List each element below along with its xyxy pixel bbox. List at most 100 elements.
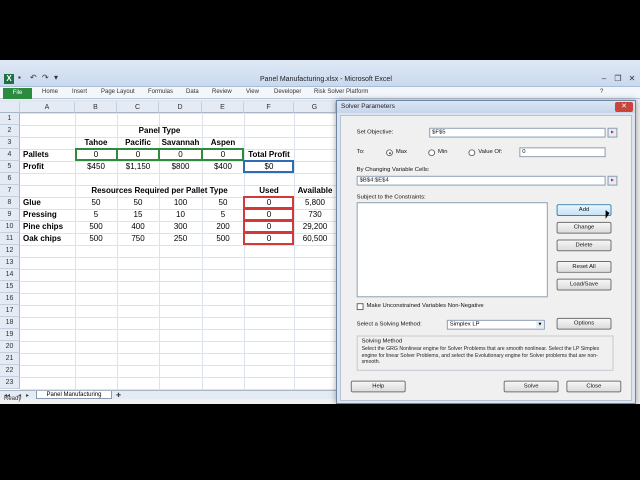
resource-name[interactable]: Pressing (23, 209, 75, 221)
tab-page-layout[interactable]: Page Layout (101, 89, 135, 95)
resource-req[interactable]: 500 (75, 221, 117, 233)
row-header[interactable]: 23 (0, 377, 20, 389)
value-of-input[interactable]: 0 (519, 147, 606, 158)
dialog-close-icon[interactable]: ✕ (615, 102, 633, 112)
redo-icon[interactable]: ↷ (42, 73, 49, 82)
resource-req[interactable]: 500 (202, 233, 244, 245)
resource-req[interactable]: 15 (117, 209, 159, 221)
row-header[interactable]: 8 (0, 197, 20, 209)
resource-req[interactable]: 5 (75, 209, 117, 221)
max-radio[interactable] (386, 149, 393, 157)
profit-label[interactable]: Profit (23, 161, 75, 173)
select-all-corner[interactable] (0, 102, 20, 113)
resource-req[interactable]: 400 (117, 221, 159, 233)
tab-risk-solver-platform[interactable]: Risk Solver Platform (314, 89, 368, 95)
delete-button[interactable]: Delete (556, 239, 612, 252)
resource-name[interactable]: Oak chips (23, 233, 75, 245)
changing-cells-collapse-icon[interactable]: ▸ (607, 175, 618, 186)
file-tab[interactable]: File (3, 88, 32, 99)
profit-cell[interactable]: $400 (202, 161, 244, 173)
row-header[interactable]: 12 (0, 245, 20, 257)
column-header[interactable]: G (294, 102, 336, 113)
used-cell[interactable]: 0 (244, 233, 294, 245)
nonneg-checkbox[interactable] (356, 303, 364, 311)
resource-name[interactable]: Pine chips (23, 221, 75, 233)
help-button[interactable]: Help (350, 380, 406, 393)
column-header[interactable]: A (20, 102, 75, 113)
resource-req[interactable]: 750 (117, 233, 159, 245)
row-header[interactable]: 6 (0, 173, 20, 185)
tab-insert[interactable]: Insert (72, 89, 87, 95)
row-header[interactable]: 18 (0, 317, 20, 329)
minimize-icon[interactable]: – (598, 74, 610, 83)
tab-review[interactable]: Review (212, 89, 232, 95)
row-header[interactable]: 21 (0, 353, 20, 365)
resource-req[interactable]: 50 (75, 197, 117, 209)
tab-home[interactable]: Home (42, 89, 58, 95)
save-icon[interactable]: ▪ (18, 73, 21, 82)
row-header[interactable]: 17 (0, 305, 20, 317)
available-cell[interactable]: 730 (294, 209, 336, 221)
column-header[interactable]: B (75, 102, 117, 113)
row-header[interactable]: 2 (0, 125, 20, 137)
restore-icon[interactable]: ❐ (612, 74, 624, 83)
panel-type-header[interactable]: Panel Type (117, 125, 202, 137)
next-sheet-icon[interactable]: ▸ (26, 392, 29, 399)
excel-logo-icon[interactable]: X (4, 74, 14, 84)
resource-req[interactable]: 300 (159, 221, 202, 233)
resource-name[interactable]: Glue (23, 197, 75, 209)
resource-req[interactable]: 50 (202, 197, 244, 209)
row-header[interactable]: 7 (0, 185, 20, 197)
qat-dropdown-icon[interactable]: ▾ (54, 73, 58, 82)
solve-button[interactable]: Solve (503, 380, 559, 393)
profit-cell[interactable]: $450 (75, 161, 117, 173)
resource-req[interactable]: 200 (202, 221, 244, 233)
row-header[interactable]: 14 (0, 269, 20, 281)
row-header[interactable]: 4 (0, 149, 20, 161)
load-save-button[interactable]: Load/Save (556, 278, 612, 291)
row-header[interactable]: 16 (0, 293, 20, 305)
change-button[interactable]: Change (556, 221, 612, 234)
changing-cells-input[interactable]: $B$4:$E$4 (356, 175, 606, 186)
column-header[interactable]: E (202, 102, 244, 113)
resource-req[interactable]: 50 (117, 197, 159, 209)
resource-req[interactable]: 250 (159, 233, 202, 245)
tab-formulas[interactable]: Formulas (148, 89, 173, 95)
available-cell[interactable]: 60,500 (294, 233, 336, 245)
pallets-label[interactable]: Pallets (23, 149, 75, 161)
resource-req[interactable]: 5 (202, 209, 244, 221)
column-header[interactable]: D (159, 102, 202, 113)
undo-icon[interactable]: ↶ (30, 73, 37, 82)
options-button[interactable]: Options (556, 317, 612, 330)
row-header[interactable]: 22 (0, 365, 20, 377)
add-button[interactable]: Add (556, 204, 612, 216)
insert-sheet-icon[interactable]: ✚ (116, 392, 121, 399)
resource-req[interactable]: 10 (159, 209, 202, 221)
tab-developer[interactable]: Developer (274, 89, 301, 95)
row-header[interactable]: 19 (0, 329, 20, 341)
row-header[interactable]: 3 (0, 137, 20, 149)
resources-header[interactable]: Resources Required per Pallet Type (75, 185, 244, 197)
row-header[interactable]: 13 (0, 257, 20, 269)
row-header[interactable]: 15 (0, 281, 20, 293)
sheet-tab-panel-manufacturing[interactable]: Panel Manufacturing (36, 391, 112, 399)
profit-cell[interactable]: $1,150 (117, 161, 159, 173)
resource-req[interactable]: 100 (159, 197, 202, 209)
pallet-cell[interactable]: 0 (117, 149, 159, 161)
value-of-radio[interactable] (468, 149, 476, 157)
method-select[interactable]: Simplex LP ▼ (446, 319, 545, 330)
column-header[interactable]: F (244, 102, 294, 113)
available-cell[interactable]: 5,800 (294, 197, 336, 209)
resource-req[interactable]: 500 (75, 233, 117, 245)
close-button[interactable]: Close (566, 380, 622, 393)
min-radio[interactable] (428, 149, 436, 157)
tab-data[interactable]: Data (186, 89, 199, 95)
worksheet-grid[interactable]: A B C D E F G 1 2 3 4 5 6 7 8 9 10 11 12… (0, 102, 336, 390)
row-header[interactable]: 10 (0, 221, 20, 233)
objective-collapse-icon[interactable]: ▸ (607, 127, 618, 138)
help-icon[interactable]: ? (600, 89, 603, 95)
close-window-icon[interactable]: ✕ (626, 74, 638, 83)
row-header[interactable]: 20 (0, 341, 20, 353)
profit-cell[interactable]: $800 (159, 161, 202, 173)
pallet-cell[interactable]: 0 (75, 149, 117, 161)
